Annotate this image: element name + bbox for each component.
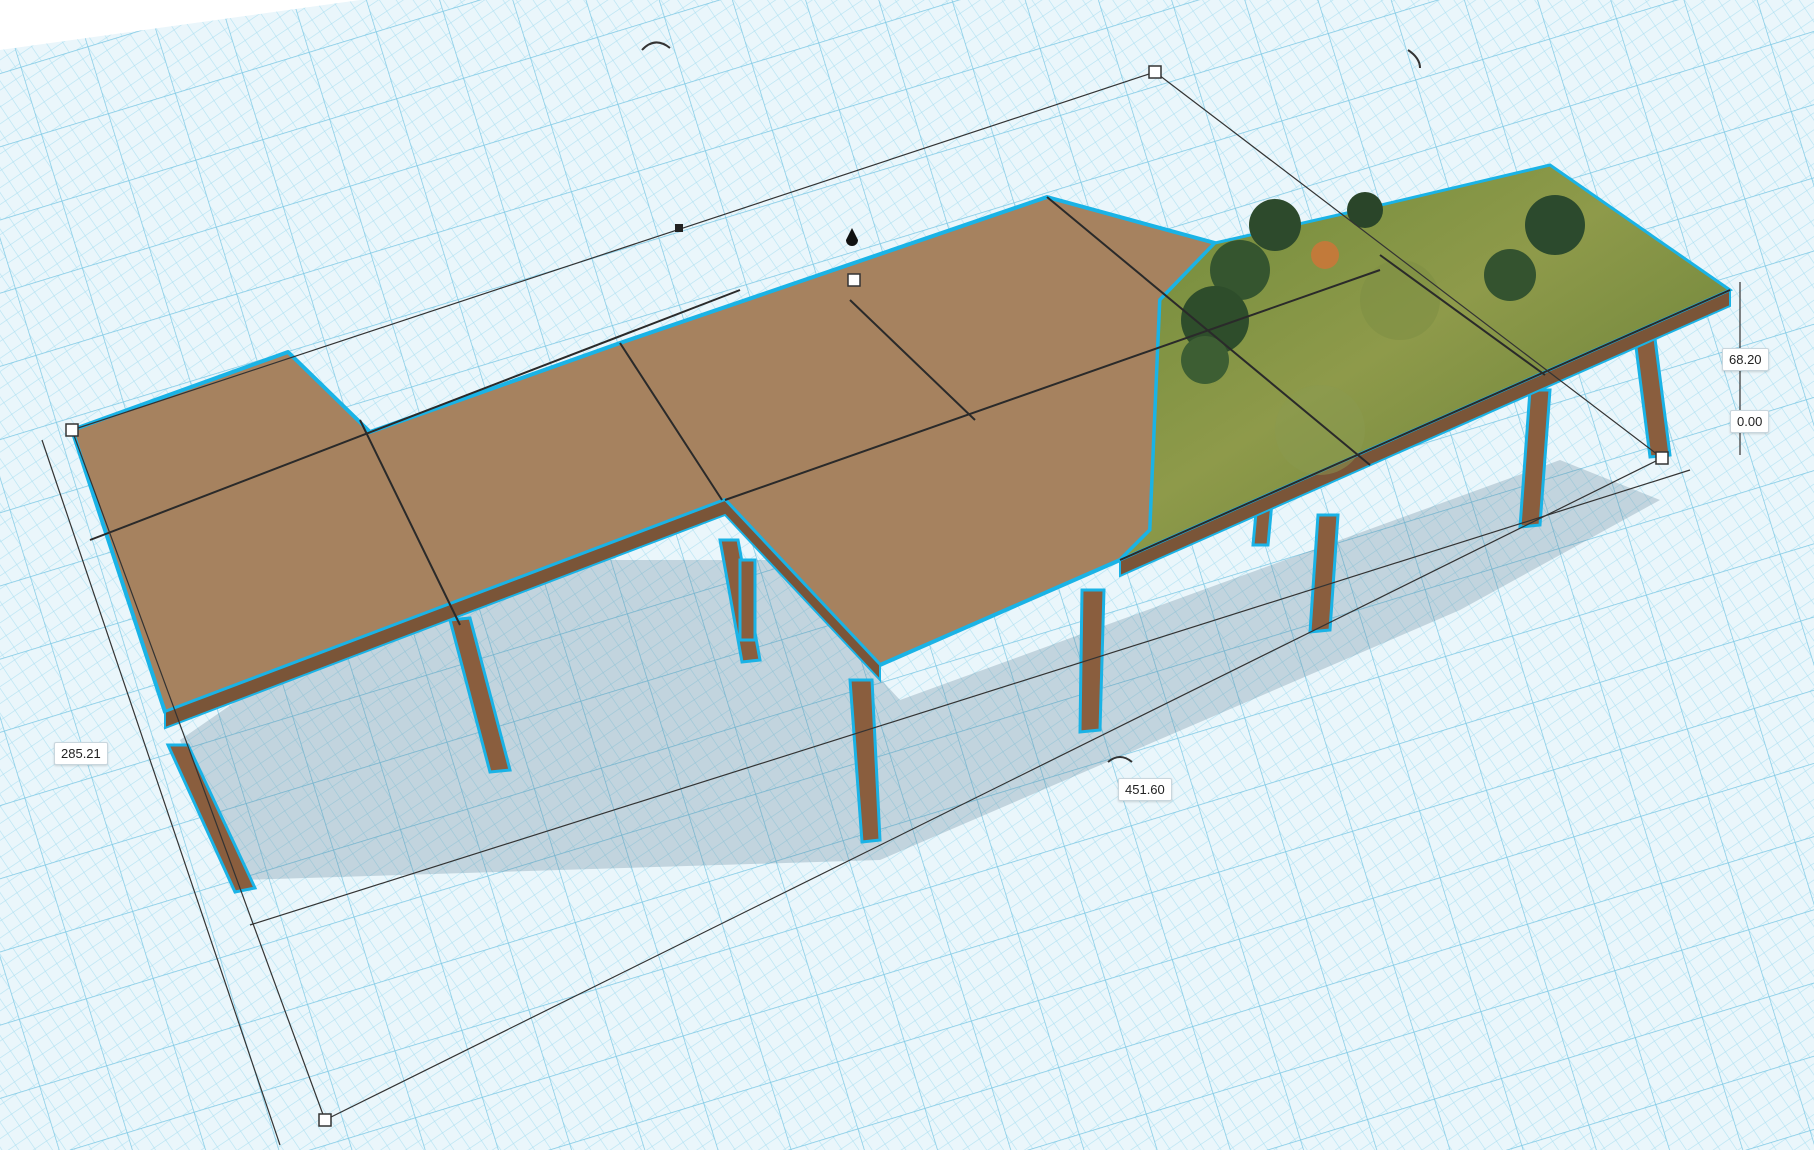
elevation-dimension[interactable]: 0.00 [1730,410,1770,433]
width-dimension[interactable]: 285.21 [54,742,108,765]
height-dimension[interactable]: 68.20 [1722,348,1769,371]
workplane-viewport[interactable]: 451.60 285.21 68.20 0.00 [0,0,1814,1150]
resize-handle-bottom-left[interactable] [318,1113,332,1127]
resize-handle-center[interactable] [847,273,861,287]
workplane-canvas[interactable] [0,0,1814,1150]
length-dimension[interactable]: 451.60 [1118,778,1172,801]
resize-handle-bottom-right[interactable] [1655,451,1669,465]
resize-handle-top-left[interactable] [65,423,79,437]
resize-handle-top-right[interactable] [1148,65,1162,79]
resize-handle-edge-mid[interactable] [675,224,683,232]
